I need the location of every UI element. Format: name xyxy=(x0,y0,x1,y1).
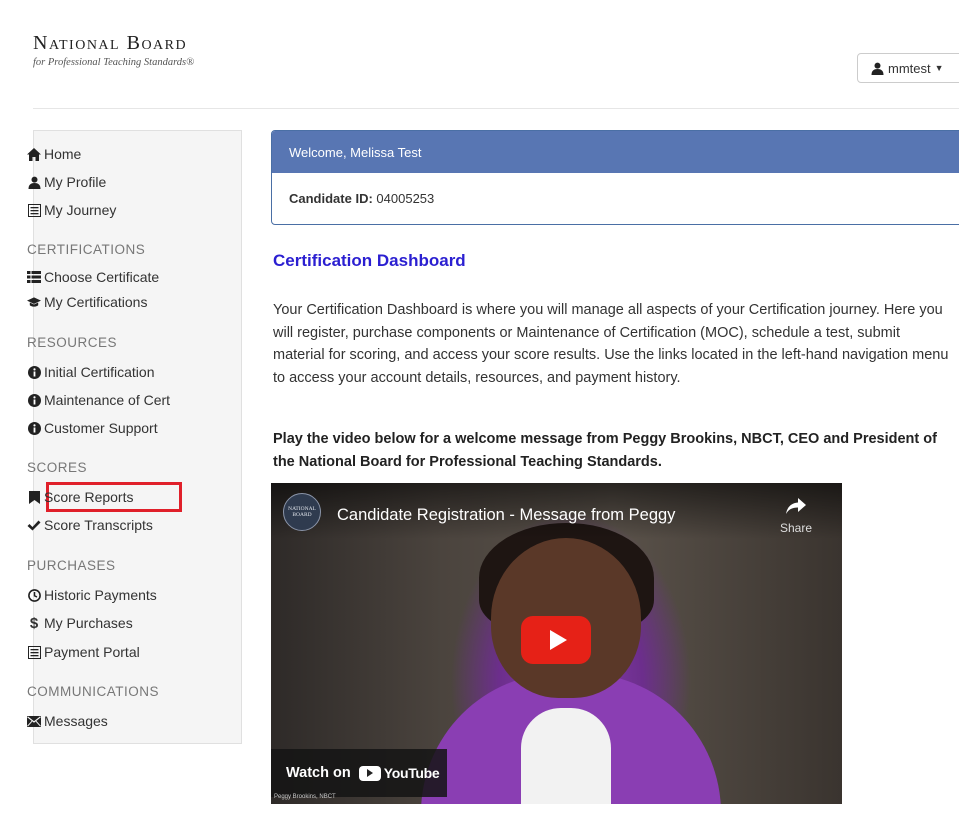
sidebar-item-label: Score Transcripts xyxy=(44,517,153,533)
graduation-cap-icon xyxy=(27,295,41,309)
user-icon xyxy=(871,62,884,75)
dollar-icon: $ xyxy=(29,614,39,632)
caret-down-icon: ▼ xyxy=(934,63,944,73)
youtube-wordmark: YouTube xyxy=(383,765,440,781)
th-list-icon xyxy=(27,270,41,284)
video-intro-text: Play the video below for a welcome messa… xyxy=(273,431,937,470)
candidate-id-row: Candidate ID: 04005253 xyxy=(272,173,959,206)
sidebar-item-label: Customer Support xyxy=(44,420,158,436)
video-thumbnail-shirt xyxy=(521,708,611,804)
info-sign-icon xyxy=(27,393,41,407)
sidebar-item-label: My Journey xyxy=(44,202,117,218)
sidebar-item-label: Payment Portal xyxy=(44,644,140,660)
sidebar-heading-scores: SCORES xyxy=(27,460,88,475)
logo-subtitle: for Professional Teaching Standards® xyxy=(33,57,195,68)
sidebar-item-payment-portal[interactable]: Payment Portal xyxy=(27,644,140,660)
sidebar-item-label: Messages xyxy=(44,713,108,729)
sidebar-heading-purchases: PURCHASES xyxy=(27,558,116,573)
sidebar-item-choose-certificate[interactable]: Choose Certificate xyxy=(27,269,159,285)
sidebar-item-label: My Certifications xyxy=(44,294,148,310)
sidebar-item-messages[interactable]: Messages xyxy=(27,713,108,729)
sidebar-item-customer-support[interactable]: Customer Support xyxy=(27,420,158,436)
home-icon xyxy=(27,147,41,161)
envelope-icon xyxy=(27,714,41,728)
sidebar-item-label: Score Reports xyxy=(44,489,134,505)
user-icon xyxy=(27,175,41,189)
welcome-greeting: Welcome, Melissa Test xyxy=(272,131,959,173)
sidebar-item-score-transcripts[interactable]: Score Transcripts xyxy=(27,517,153,533)
list-alt-icon xyxy=(27,645,41,659)
youtube-logo: YouTube xyxy=(358,765,440,781)
sidebar-item-label: Home xyxy=(44,146,82,162)
sidebar-item-my-purchases[interactable]: $ My Purchases xyxy=(27,614,133,632)
sidebar-item-initial-certification[interactable]: Initial Certification xyxy=(27,364,155,380)
candidate-id-label: Candidate ID: xyxy=(289,191,373,206)
candidate-id-value: 04005253 xyxy=(376,191,435,206)
watch-on-youtube-button[interactable]: Watch on YouTube xyxy=(271,749,447,797)
play-icon xyxy=(549,630,567,650)
play-button[interactable] xyxy=(521,616,591,664)
user-menu-button[interactable]: mmtest ▼ xyxy=(857,53,959,83)
sidebar-item-maintenance-of-cert[interactable]: Maintenance of Cert xyxy=(27,392,170,408)
share-label: Share xyxy=(779,521,813,535)
logo-main: National Board xyxy=(33,32,188,54)
sidebar-heading-certifications: CERTIFICATIONS xyxy=(27,242,146,257)
sidebar-item-historic-payments[interactable]: Historic Payments xyxy=(27,587,157,603)
channel-logo-line2: BOARD xyxy=(292,512,312,518)
sidebar-heading-communications: COMMUNICATIONS xyxy=(27,684,159,699)
sidebar-item-label: My Profile xyxy=(44,174,107,190)
video-title[interactable]: Candidate Registration - Message from Pe… xyxy=(337,506,675,525)
info-sign-icon xyxy=(27,365,41,379)
header-divider xyxy=(33,108,959,109)
sidebar-item-home[interactable]: Home xyxy=(27,146,81,162)
sidebar-item-my-journey[interactable]: My Journey xyxy=(27,202,116,218)
checkmark-icon xyxy=(27,518,41,532)
video-caption: Peggy Brookins, NBCT xyxy=(274,794,336,800)
share-icon xyxy=(771,497,821,519)
video-player[interactable]: NATIONAL BOARD Candidate Registration - … xyxy=(271,483,842,804)
sidebar-item-my-profile[interactable]: My Profile xyxy=(27,174,106,190)
channel-logo[interactable]: NATIONAL BOARD xyxy=(283,493,321,531)
page-title: Certification Dashboard xyxy=(273,251,466,270)
bookmark-icon xyxy=(27,490,41,504)
info-sign-icon xyxy=(27,421,41,435)
clock-icon xyxy=(27,588,41,602)
sidebar-heading-resources: RESOURCES xyxy=(27,335,118,350)
sidebar-item-label: Historic Payments xyxy=(44,587,157,603)
youtube-play-icon xyxy=(358,765,381,781)
sidebar-item-score-reports[interactable]: Score Reports xyxy=(27,489,133,505)
sidebar-item-my-certifications[interactable]: My Certifications xyxy=(27,294,147,310)
logo[interactable]: National Board for Professional Teaching… xyxy=(33,33,194,68)
list-alt-icon xyxy=(27,203,41,217)
sidebar-item-label: Initial Certification xyxy=(44,364,155,380)
share-button[interactable]: Share xyxy=(771,497,821,535)
welcome-panel: Welcome, Melissa Test Candidate ID: 0400… xyxy=(271,130,959,225)
intro-paragraph: Your Certification Dashboard is where yo… xyxy=(273,302,949,386)
sidebar-item-label: Maintenance of Cert xyxy=(44,392,171,408)
user-name: mmtest xyxy=(888,60,931,76)
watch-on-label: Watch on xyxy=(286,765,351,781)
sidebar-item-label: My Purchases xyxy=(44,615,133,631)
sidebar-item-label: Choose Certificate xyxy=(44,269,160,285)
